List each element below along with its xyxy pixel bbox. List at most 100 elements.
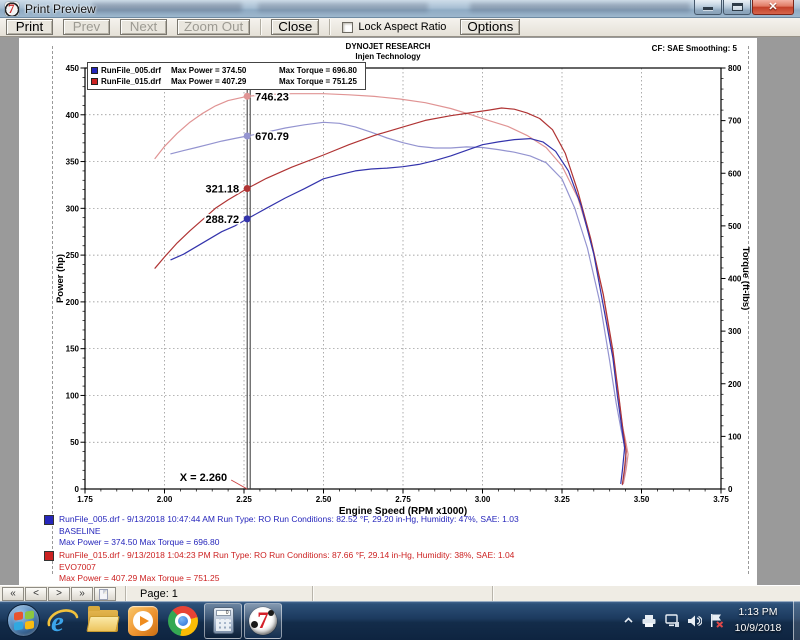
print-button[interactable]: Print — [6, 19, 53, 35]
options-button[interactable]: Options — [460, 19, 520, 35]
svg-text:288.72: 288.72 — [206, 214, 240, 226]
statusbar-separator — [492, 586, 493, 602]
legend-max-power: Max Power = 374.50 — [171, 65, 279, 76]
legend-file: RunFile_015.drf — [101, 76, 171, 87]
preview-page: DYNOJET RESEARCH Injen Technology CF: SA… — [19, 38, 757, 585]
svg-text:2.00: 2.00 — [157, 495, 173, 504]
legend-max-power: Max Power = 407.29 — [171, 76, 279, 87]
svg-text:670.79: 670.79 — [255, 131, 289, 143]
dynojet-winpep-icon: 7 — [249, 607, 277, 635]
clock-date: 10/9/2018 — [726, 620, 790, 636]
svg-text:3.00: 3.00 — [475, 495, 491, 504]
svg-text:0: 0 — [75, 485, 80, 494]
svg-text:700: 700 — [728, 117, 742, 126]
taskbar-media-player[interactable] — [124, 603, 162, 639]
legend-row-baseline: RunFile_005.drf Max Power = 374.50 Max T… — [91, 65, 357, 76]
zoom-out-button[interactable]: Zoom Out — [177, 19, 250, 35]
svg-text:600: 600 — [728, 169, 742, 178]
show-hidden-icons-button[interactable] — [623, 615, 634, 626]
svg-text:100: 100 — [66, 391, 80, 400]
svg-text:200: 200 — [728, 380, 742, 389]
svg-text:100: 100 — [728, 432, 742, 441]
chrome-icon — [168, 606, 198, 636]
taskbar-clock[interactable]: 1:13 PM 10/9/2018 — [726, 604, 790, 636]
speaker-icon[interactable] — [687, 614, 702, 628]
svg-text:50: 50 — [70, 438, 79, 447]
windows-start-icon — [7, 604, 40, 637]
maximize-icon — [732, 3, 743, 11]
window-title: Print Preview — [25, 2, 96, 16]
chart-legend: RunFile_005.drf Max Power = 374.50 Max T… — [87, 62, 366, 90]
legend-swatch-red — [91, 78, 98, 85]
svg-text:150: 150 — [66, 345, 80, 354]
taskbar-windows-explorer[interactable] — [84, 603, 122, 639]
next-button[interactable]: Next — [120, 19, 167, 35]
background-window-blur — [258, 3, 428, 12]
taskbar-calculator[interactable]: 0 — [204, 603, 242, 639]
maximize-button[interactable] — [723, 0, 751, 15]
minimize-button[interactable] — [694, 0, 722, 15]
page-icon — [99, 589, 108, 600]
last-page-button[interactable]: » — [71, 587, 93, 601]
run-color-icon — [44, 551, 54, 561]
svg-text:200: 200 — [66, 298, 80, 307]
print-preview-toolbar: Print Prev Next Zoom Out Close Lock Aspe… — [0, 18, 800, 37]
run-info-baseline: RunFile_005.drf - 9/13/2018 10:47:44 AM … — [44, 514, 519, 549]
background-window-blur — [470, 3, 690, 12]
svg-text:400: 400 — [66, 111, 80, 120]
lock-aspect-ratio-checkbox[interactable] — [342, 22, 353, 33]
run-color-icon — [44, 515, 54, 525]
dyno-chart: 1.752.002.252.502.753.003.253.503.750501… — [19, 38, 757, 518]
svg-text:Torque (ft-lbs): Torque (ft-lbs) — [740, 247, 751, 311]
run-info-evo7007: RunFile_015.drf - 9/13/2018 1:04:23 PM R… — [44, 550, 514, 585]
statusbar-separator — [125, 586, 126, 602]
svg-text:2.75: 2.75 — [395, 495, 411, 504]
svg-text:450: 450 — [66, 64, 80, 73]
network-icon[interactable] — [664, 614, 680, 628]
prev-button[interactable]: Prev — [63, 19, 110, 35]
svg-text:2.50: 2.50 — [316, 495, 332, 504]
svg-text:321.18: 321.18 — [206, 184, 240, 196]
close-preview-button[interactable]: Close — [271, 19, 319, 35]
internet-explorer-icon: e — [47, 605, 79, 637]
windows-taskbar: e 0 7 — [0, 601, 800, 640]
svg-text:400: 400 — [728, 275, 742, 284]
run-label: EVO7007 — [59, 562, 514, 574]
first-page-button[interactable]: « — [2, 587, 24, 601]
clock-time: 1:13 PM — [726, 604, 790, 620]
calculator-icon: 0 — [213, 607, 234, 634]
start-button[interactable] — [4, 603, 42, 639]
background-window-blur — [92, 3, 242, 12]
app-icon: 7 — [5, 2, 19, 16]
legend-swatch-blue — [91, 67, 98, 74]
action-center-flag-icon[interactable] — [709, 613, 724, 628]
svg-text:500: 500 — [728, 222, 742, 231]
legend-max-torque: Max Torque = 751.25 — [279, 76, 357, 87]
close-button[interactable]: ✕ — [752, 0, 794, 15]
media-player-icon — [128, 606, 158, 636]
statusbar-separator — [312, 586, 313, 602]
svg-text:800: 800 — [728, 64, 742, 73]
taskbar-chrome[interactable] — [164, 603, 202, 639]
svg-text:3.50: 3.50 — [634, 495, 650, 504]
taskbar-winpep[interactable]: 7 — [244, 603, 282, 639]
legend-row-evo: RunFile_015.drf Max Power = 407.29 Max T… — [91, 76, 357, 87]
page-setup-button[interactable] — [94, 587, 116, 601]
run-max-values: Max Power = 407.29 Max Torque = 751.25 — [59, 573, 514, 585]
page-number-label: Page: 1 — [140, 588, 178, 600]
printer-icon[interactable] — [641, 614, 657, 628]
run-conditions: RunFile_005.drf - 9/13/2018 10:47:44 AM … — [59, 514, 519, 526]
screen: { "window": { "title": "Print Preview" }… — [0, 0, 800, 640]
toolbar-separator — [260, 19, 261, 35]
svg-text:350: 350 — [66, 158, 80, 167]
taskbar-internet-explorer[interactable]: e — [44, 603, 82, 639]
run-label: BASELINE — [59, 526, 519, 538]
show-desktop-button[interactable] — [793, 601, 800, 640]
prev-page-button[interactable]: < — [25, 587, 47, 601]
svg-text:3.75: 3.75 — [713, 495, 729, 504]
svg-text:2.25: 2.25 — [236, 495, 252, 504]
minimize-icon — [703, 7, 713, 10]
next-page-button[interactable]: > — [48, 587, 70, 601]
svg-text:300: 300 — [728, 327, 742, 336]
folder-icon — [88, 610, 118, 632]
